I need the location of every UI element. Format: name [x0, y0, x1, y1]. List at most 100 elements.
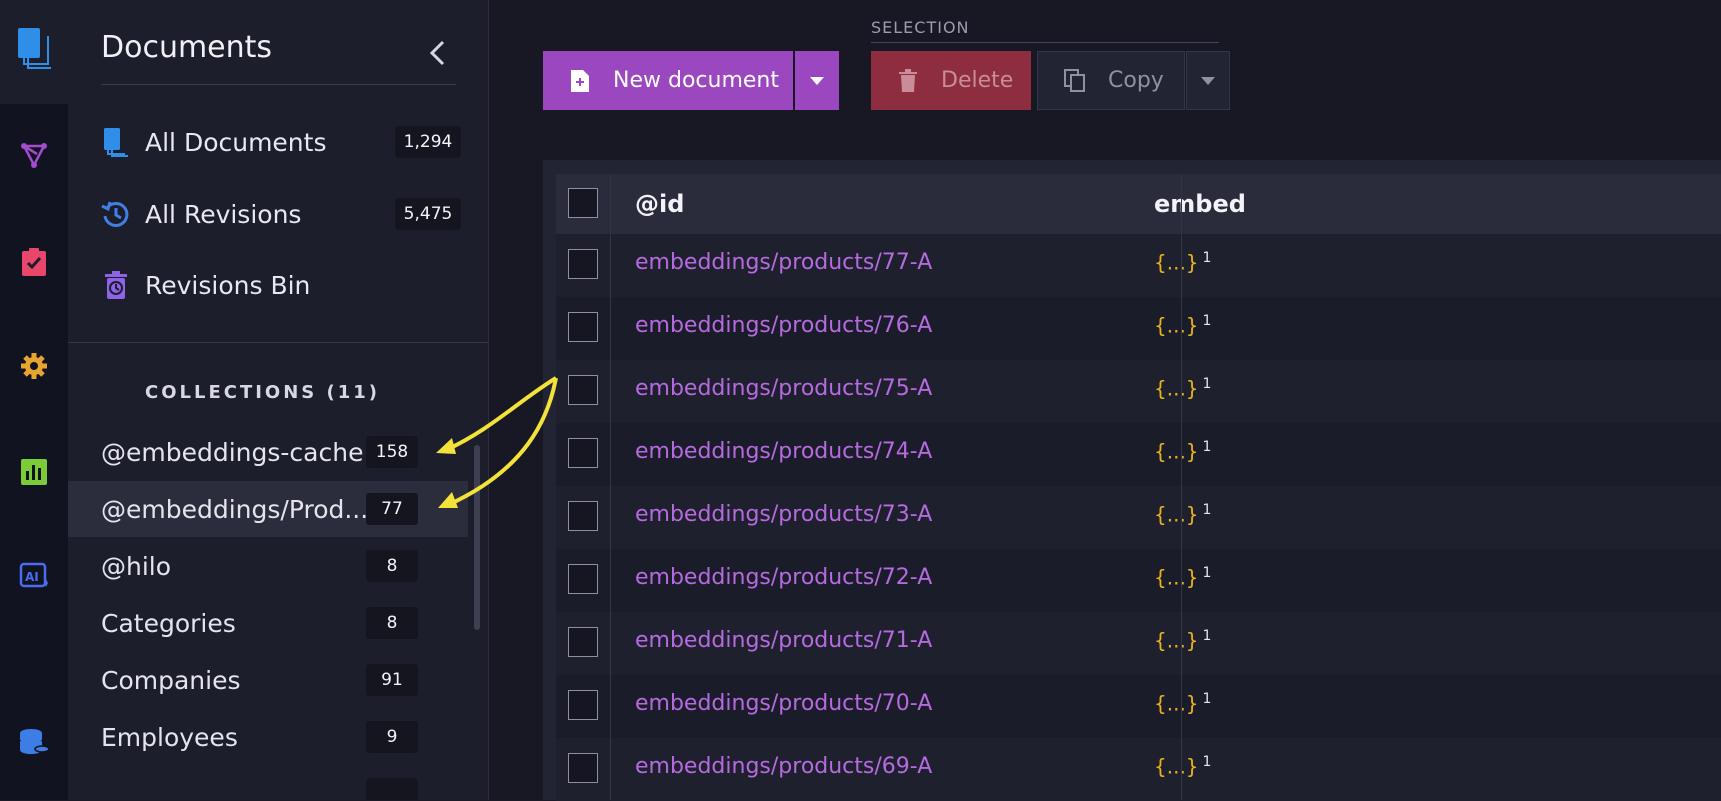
row-checkbox[interactable]	[568, 249, 598, 279]
svg-text:AI: AI	[25, 570, 39, 584]
count-badge: 77	[366, 493, 418, 525]
count-badge	[366, 778, 418, 800]
clipboard-check-icon	[22, 248, 46, 276]
embed-value[interactable]: {...} 1	[1154, 691, 1211, 716]
collections-scrollbar[interactable]	[474, 445, 480, 630]
embed-value[interactable]: {...} 1	[1154, 250, 1211, 275]
row-checkbox[interactable]	[568, 564, 598, 594]
revisions-bin-icon	[101, 270, 131, 300]
rail-indexes-button[interactable]	[14, 135, 54, 175]
table-row[interactable]: embeddings/products/73-A {...} 1	[556, 486, 1721, 549]
rail-documents-button[interactable]	[14, 28, 54, 69]
rail-databases-button[interactable]	[14, 722, 54, 762]
column-header-id[interactable]: @id	[635, 190, 684, 218]
count-badge: 91	[366, 664, 418, 696]
count-badge: 8	[366, 550, 418, 582]
nav-revisions-bin[interactable]: Revisions Bin	[101, 262, 461, 308]
count-badge: 158	[366, 436, 418, 468]
collection-item[interactable]: @hilo 8	[68, 538, 468, 594]
selection-label: SELECTION	[871, 18, 970, 37]
selection-divider	[871, 42, 1219, 43]
collections-heading: COLLECTIONS (11)	[145, 382, 381, 403]
collection-name: @hilo	[101, 551, 172, 581]
nav-all-revisions[interactable]: All Revisions 5,475	[101, 191, 461, 237]
table-row[interactable]: embeddings/products/69-A {...} 1	[556, 738, 1721, 801]
collection-name: Companies	[101, 665, 241, 695]
row-checkbox[interactable]	[568, 627, 598, 657]
collection-name: Employees	[101, 722, 238, 752]
embed-value[interactable]: {...} 1	[1154, 565, 1211, 590]
delete-button[interactable]: Delete	[871, 51, 1031, 110]
section-divider	[68, 342, 488, 343]
document-id-link[interactable]: embeddings/products/75-A	[635, 376, 932, 401]
table-row[interactable]: embeddings/products/72-A {...} 1	[556, 549, 1721, 612]
document-id-link[interactable]: embeddings/products/72-A	[635, 565, 932, 590]
table-row[interactable]: embeddings/products/71-A {...} 1	[556, 612, 1721, 675]
row-checkbox[interactable]	[568, 375, 598, 405]
database-icon	[20, 729, 50, 754]
table-row[interactable]: embeddings/products/74-A {...} 1	[556, 423, 1721, 486]
row-checkbox[interactable]	[568, 690, 598, 720]
copy-icon	[1060, 68, 1090, 93]
trash-icon	[893, 68, 923, 93]
row-checkbox[interactable]	[568, 438, 598, 468]
row-checkbox[interactable]	[568, 501, 598, 531]
row-checkbox[interactable]	[568, 312, 598, 342]
document-id-link[interactable]: embeddings/products/77-A	[635, 250, 932, 275]
embed-value[interactable]: {...} 1	[1154, 376, 1211, 401]
embed-value[interactable]: {...} 1	[1154, 439, 1211, 464]
nav-label: All Revisions	[145, 199, 302, 229]
caret-down-icon	[810, 76, 824, 85]
new-document-button[interactable]: New document	[543, 51, 793, 110]
delete-label: Delete	[941, 68, 1014, 93]
select-all-checkbox[interactable]	[568, 188, 598, 218]
column-header-embed[interactable]: embed	[1154, 190, 1246, 218]
nav-label: Revisions Bin	[145, 270, 311, 300]
embed-value[interactable]: {...} 1	[1154, 628, 1211, 653]
documents-grid: @id embed embeddings/products/77-A {...}…	[543, 160, 1721, 801]
documents-icon	[101, 127, 131, 157]
caret-down-icon	[1201, 76, 1215, 85]
documents-icon	[18, 28, 51, 69]
collection-item[interactable]: Categories 8	[68, 595, 468, 651]
copy-dropdown-button[interactable]	[1186, 51, 1230, 110]
table-row[interactable]: embeddings/products/77-A {...} 1	[556, 234, 1721, 297]
collection-item-cutoff[interactable]	[68, 766, 468, 800]
revisions-icon	[101, 199, 131, 229]
rail-stats-button[interactable]	[14, 452, 54, 492]
column-divider[interactable]	[1181, 174, 1182, 800]
embed-value[interactable]: {...} 1	[1154, 754, 1211, 779]
count-badge: 1,294	[395, 126, 461, 158]
rail-settings-button[interactable]	[14, 346, 54, 386]
collapse-sidebar-button[interactable]	[422, 38, 452, 68]
collection-item[interactable]: @embeddings-cache 158	[68, 424, 468, 480]
chevron-left-icon	[429, 40, 445, 66]
collection-item-active[interactable]: @embeddings/Prod... 77	[68, 481, 468, 537]
rail-ai-button[interactable]: AI	[14, 556, 54, 596]
count-badge: 8	[366, 607, 418, 639]
document-id-link[interactable]: embeddings/products/69-A	[635, 754, 932, 779]
new-file-icon	[565, 69, 595, 93]
copy-button[interactable]: Copy	[1037, 51, 1185, 110]
count-badge: 5,475	[395, 198, 461, 230]
document-id-link[interactable]: embeddings/products/76-A	[635, 313, 932, 338]
embed-value[interactable]: {...} 1	[1154, 313, 1211, 338]
table-row[interactable]: embeddings/products/76-A {...} 1	[556, 297, 1721, 360]
table-row[interactable]: embeddings/products/70-A {...} 1	[556, 675, 1721, 738]
nav-all-documents[interactable]: All Documents 1,294	[101, 119, 461, 165]
document-id-link[interactable]: embeddings/products/71-A	[635, 628, 932, 653]
grid-header: @id embed	[556, 174, 1721, 234]
new-document-dropdown-button[interactable]	[795, 51, 839, 110]
table-row[interactable]: embeddings/products/75-A {...} 1	[556, 360, 1721, 423]
document-id-link[interactable]: embeddings/products/74-A	[635, 439, 932, 464]
row-checkbox[interactable]	[568, 753, 598, 783]
collection-item[interactable]: Companies 91	[68, 652, 468, 708]
document-id-link[interactable]: embeddings/products/70-A	[635, 691, 932, 716]
collection-item[interactable]: Employees 9	[68, 709, 468, 765]
embed-value[interactable]: {...} 1	[1154, 502, 1211, 527]
documents-main: New document SELECTION Delete Copy @id e…	[489, 0, 1721, 801]
copy-label: Copy	[1108, 68, 1164, 93]
document-id-link[interactable]: embeddings/products/73-A	[635, 502, 932, 527]
new-document-label: New document	[613, 68, 779, 93]
rail-tasks-button[interactable]	[14, 242, 54, 282]
